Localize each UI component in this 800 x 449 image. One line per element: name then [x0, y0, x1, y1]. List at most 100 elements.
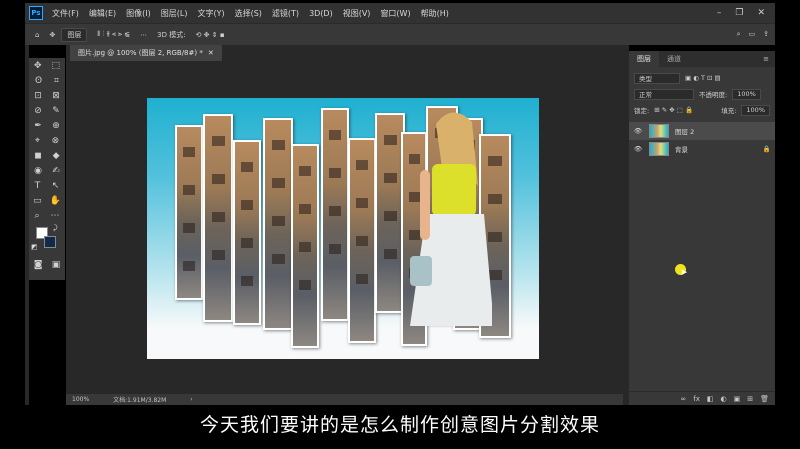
building-window — [356, 198, 368, 208]
lasso-tool-icon[interactable]: ʘ — [35, 76, 42, 86]
path-select-icon[interactable]: ↖ — [52, 181, 60, 191]
more-tools-icon[interactable]: ⋯ — [51, 211, 60, 221]
zoom-tool-icon[interactable]: ⌕ — [34, 211, 39, 221]
background-color-swatch[interactable] — [44, 236, 56, 248]
share-icon[interactable]: ⇪ — [763, 30, 769, 39]
zoom-level[interactable]: 100% — [72, 396, 89, 403]
restore-icon[interactable]: ❐ — [735, 8, 743, 18]
panel-tabs: 图层 通道 ≡ — [629, 51, 775, 67]
add-mask-icon[interactable]: ◧ — [707, 395, 714, 403]
close-tab-icon[interactable]: ✕ — [208, 49, 214, 57]
frame-tool-icon[interactable]: ⊠ — [52, 91, 60, 101]
3d-tools-icons[interactable]: ⟲ ✥ ⇕ ▪ — [196, 31, 225, 39]
menu-view[interactable]: 视图(V) — [338, 8, 376, 19]
layer-kind-filter[interactable]: 类型 — [634, 72, 680, 84]
woman-figure-part — [420, 170, 430, 240]
menu-3d[interactable]: 3D(D) — [304, 9, 338, 18]
gradient-tool-icon[interactable]: ◼ — [34, 151, 41, 161]
menu-filter[interactable]: 滤镜(T) — [267, 8, 304, 19]
layers-panel-footer: ∞ fx ◧ ◐ ▣ ⊞ 🗑 — [629, 391, 775, 405]
stamp-tool-icon[interactable]: ⊕ — [52, 121, 60, 131]
woman-figure-part — [432, 164, 476, 216]
menu-help[interactable]: 帮助(H) — [416, 8, 454, 19]
brush-tool-icon[interactable]: ✒ — [34, 121, 42, 131]
group-icon[interactable]: ▣ — [734, 395, 741, 403]
lock-icons[interactable]: ⊞ ✎ ✥ ⬚ 🔒 — [654, 106, 693, 114]
workspace-icon[interactable]: ▭ — [749, 30, 756, 39]
blur-tool-icon[interactable]: ◆ — [53, 151, 60, 161]
document-canvas[interactable] — [147, 98, 539, 359]
home-icon[interactable]: ⌂ — [35, 31, 39, 39]
menu-edit[interactable]: 编辑(E) — [84, 8, 121, 19]
building-window — [211, 174, 225, 184]
marquee-tool-icon[interactable]: ⬚ — [52, 61, 61, 71]
video-subtitle: 今天我们要讲的是怎么制作创意图片分割效果 — [199, 414, 600, 436]
minimize-icon[interactable]: – — [717, 8, 722, 18]
menu-image[interactable]: 图像(I) — [121, 8, 156, 19]
visibility-eye-icon[interactable]: 👁 — [633, 127, 643, 135]
hand-tool-icon[interactable]: ✋ — [50, 196, 61, 206]
building-window — [211, 136, 225, 146]
trash-icon[interactable]: 🗑 — [760, 395, 769, 403]
move-tool-icon[interactable]: ✥ — [34, 61, 42, 71]
crop-tool-icon[interactable]: ⊡ — [34, 91, 42, 101]
move-tool-icon[interactable]: ✥ — [49, 31, 55, 39]
adjustment-layer-icon[interactable]: ◐ — [721, 395, 727, 403]
link-layers-icon[interactable]: ∞ — [680, 395, 686, 403]
pen-tool-icon[interactable]: ✍ — [52, 166, 60, 176]
options-bar: ⌂ ✥ 图层 ⫴ ⫶ ⫵ ⫷ ⫸ ⫹ ⋯ 3D 模式: ⟲ ✥ ⇕ ▪ ⌕ ▭ … — [25, 23, 775, 45]
building-window — [299, 166, 311, 176]
align-icons[interactable]: ⫴ ⫶ ⫵ ⫷ ⫸ ⫹ — [97, 30, 130, 39]
photo-strip — [203, 114, 233, 322]
healing-tool-icon[interactable]: ✎ — [52, 106, 60, 116]
auto-select-dropdown[interactable]: 图层 — [61, 27, 88, 42]
menu-file[interactable]: 文件(F) — [47, 8, 84, 19]
visibility-eye-icon[interactable]: 👁 — [633, 145, 643, 153]
swap-colors-icon[interactable]: ⤸ — [53, 224, 57, 233]
building-window — [271, 216, 285, 226]
building-window — [299, 242, 311, 252]
color-swatches: ⤸ ◩ — [29, 223, 65, 257]
type-tool-icon[interactable]: T — [35, 181, 41, 191]
panel-menu-icon[interactable]: ≡ — [763, 55, 775, 63]
select-subject-icon[interactable]: ⌗ — [54, 76, 59, 86]
rectangle-tool-icon[interactable]: ▭ — [33, 196, 42, 206]
default-colors-icon[interactable]: ◩ — [31, 243, 38, 251]
eyedropper-tool-icon[interactable]: ⊘ — [34, 106, 42, 116]
document-tab-bar: 图片.jpg @ 100% (图层 2, RGB/8#) * ✕ — [66, 45, 623, 61]
new-layer-icon[interactable]: ⊞ — [747, 395, 753, 403]
tool-row: T ↖ — [29, 178, 65, 193]
history-brush-icon[interactable]: ⌖ — [35, 136, 40, 146]
menu-select[interactable]: 选择(S) — [230, 8, 267, 19]
document-tab[interactable]: 图片.jpg @ 100% (图层 2, RGB/8#) * ✕ — [70, 45, 222, 61]
doc-size-info: 文档:1.91M/3.82M — [113, 397, 167, 404]
search-icon[interactable]: ⌕ — [737, 30, 741, 39]
building-window — [241, 200, 253, 210]
fill-field[interactable]: 100% — [741, 104, 770, 116]
opacity-field[interactable]: 100% — [732, 88, 761, 100]
eraser-tool-icon[interactable]: ⊗ — [52, 136, 60, 146]
filter-icons[interactable]: ▣ ◐ T ⊡ ▤ — [685, 74, 721, 82]
layer-thumbnail — [649, 142, 669, 156]
woman-figure-part — [410, 256, 432, 286]
menu-type[interactable]: 文字(Y) — [192, 8, 229, 19]
close-icon[interactable]: ✕ — [757, 8, 765, 18]
tool-row: ⊘ ✎ — [29, 103, 65, 118]
more-options-icon[interactable]: ⋯ — [140, 31, 147, 39]
tab-channels[interactable]: 通道 — [659, 51, 689, 67]
building-window — [183, 147, 195, 157]
quick-mask-icon[interactable]: ◙ — [34, 260, 43, 270]
menu-layer[interactable]: 图层(L) — [156, 8, 193, 19]
tab-layers[interactable]: 图层 — [629, 51, 659, 67]
layer-row-background[interactable]: 👁 背景 🔒 — [629, 140, 775, 158]
3d-mode-label: 3D 模式: — [157, 30, 186, 39]
status-arrow-icon[interactable]: › — [190, 396, 192, 403]
menu-window[interactable]: 窗口(W) — [375, 8, 415, 19]
filter-row: 类型 ▣ ◐ T ⊡ ▤ — [629, 70, 775, 86]
layer-row-layer2[interactable]: 👁 图层 2 — [629, 122, 775, 140]
fx-icon[interactable]: fx — [693, 395, 700, 403]
blend-mode-dropdown[interactable]: 正常 — [634, 88, 694, 100]
screen-mode-icon[interactable]: ▣ — [52, 260, 61, 270]
building-window — [211, 212, 225, 222]
dodge-tool-icon[interactable]: ◉ — [34, 166, 42, 176]
